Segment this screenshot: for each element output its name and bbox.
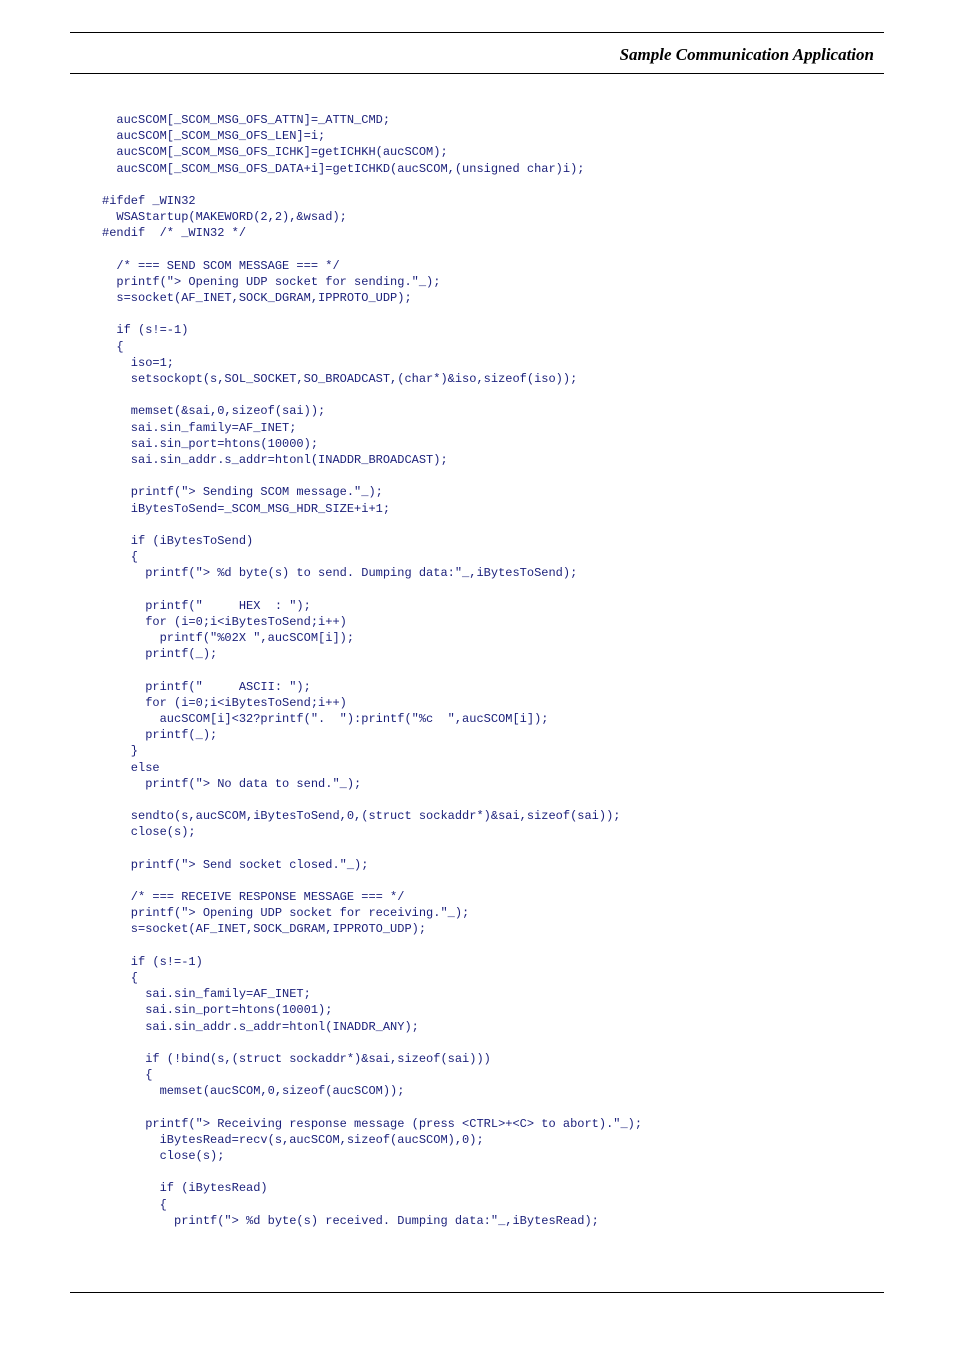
running-header: Sample Communication Application <box>70 39 884 74</box>
header-title: Sample Communication Application <box>620 45 874 65</box>
page: Sample Communication Application aucSCOM… <box>0 0 954 1351</box>
top-rule <box>70 32 884 33</box>
code-block: aucSCOM[_SCOM_MSG_OFS_ATTN]=_ATTN_CMD; a… <box>102 112 884 1229</box>
bottom-rule <box>70 1292 884 1293</box>
